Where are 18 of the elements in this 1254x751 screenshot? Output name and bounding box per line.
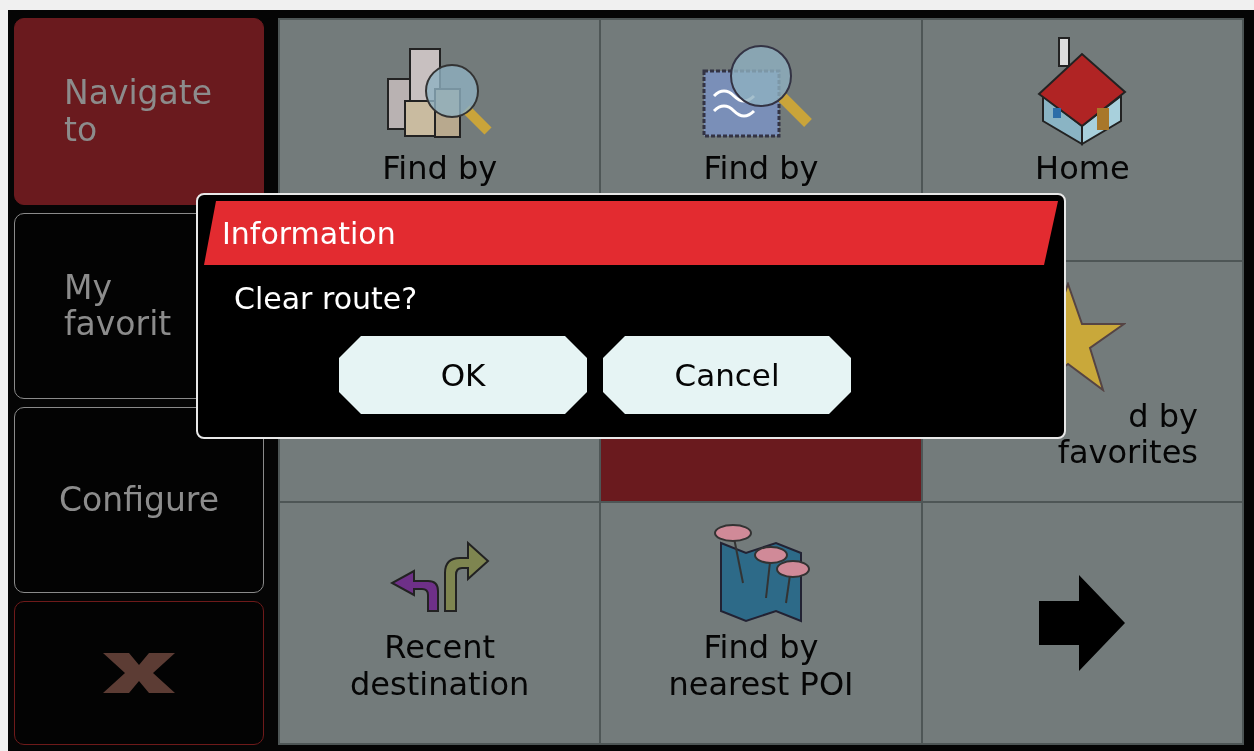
arrow-right-icon [1039, 575, 1126, 672]
map-pins-icon [711, 523, 811, 624]
menu-tile[interactable] [922, 503, 1242, 743]
close-icon [103, 653, 175, 693]
tile-label: Find by [382, 150, 498, 187]
cancel-button[interactable]: Cancel [603, 336, 851, 414]
ok-button[interactable]: OK [339, 336, 587, 414]
tile-label: Find by [703, 150, 819, 187]
sidebar-item[interactable]: Navigate to [14, 18, 264, 205]
star-icon [1064, 281, 1126, 392]
menu-tile[interactable]: Find by nearest POI [601, 503, 921, 743]
tile-label: Home [1035, 150, 1130, 187]
house-icon [1037, 36, 1128, 146]
tile-label: Recent destination [350, 629, 530, 703]
tile-label: Find by nearest POI [668, 629, 854, 703]
sidebar-item[interactable]: Configure [14, 407, 264, 593]
menu-tile[interactable]: Recent destination [280, 503, 600, 743]
tile-label: d by favorites [1057, 397, 1199, 471]
